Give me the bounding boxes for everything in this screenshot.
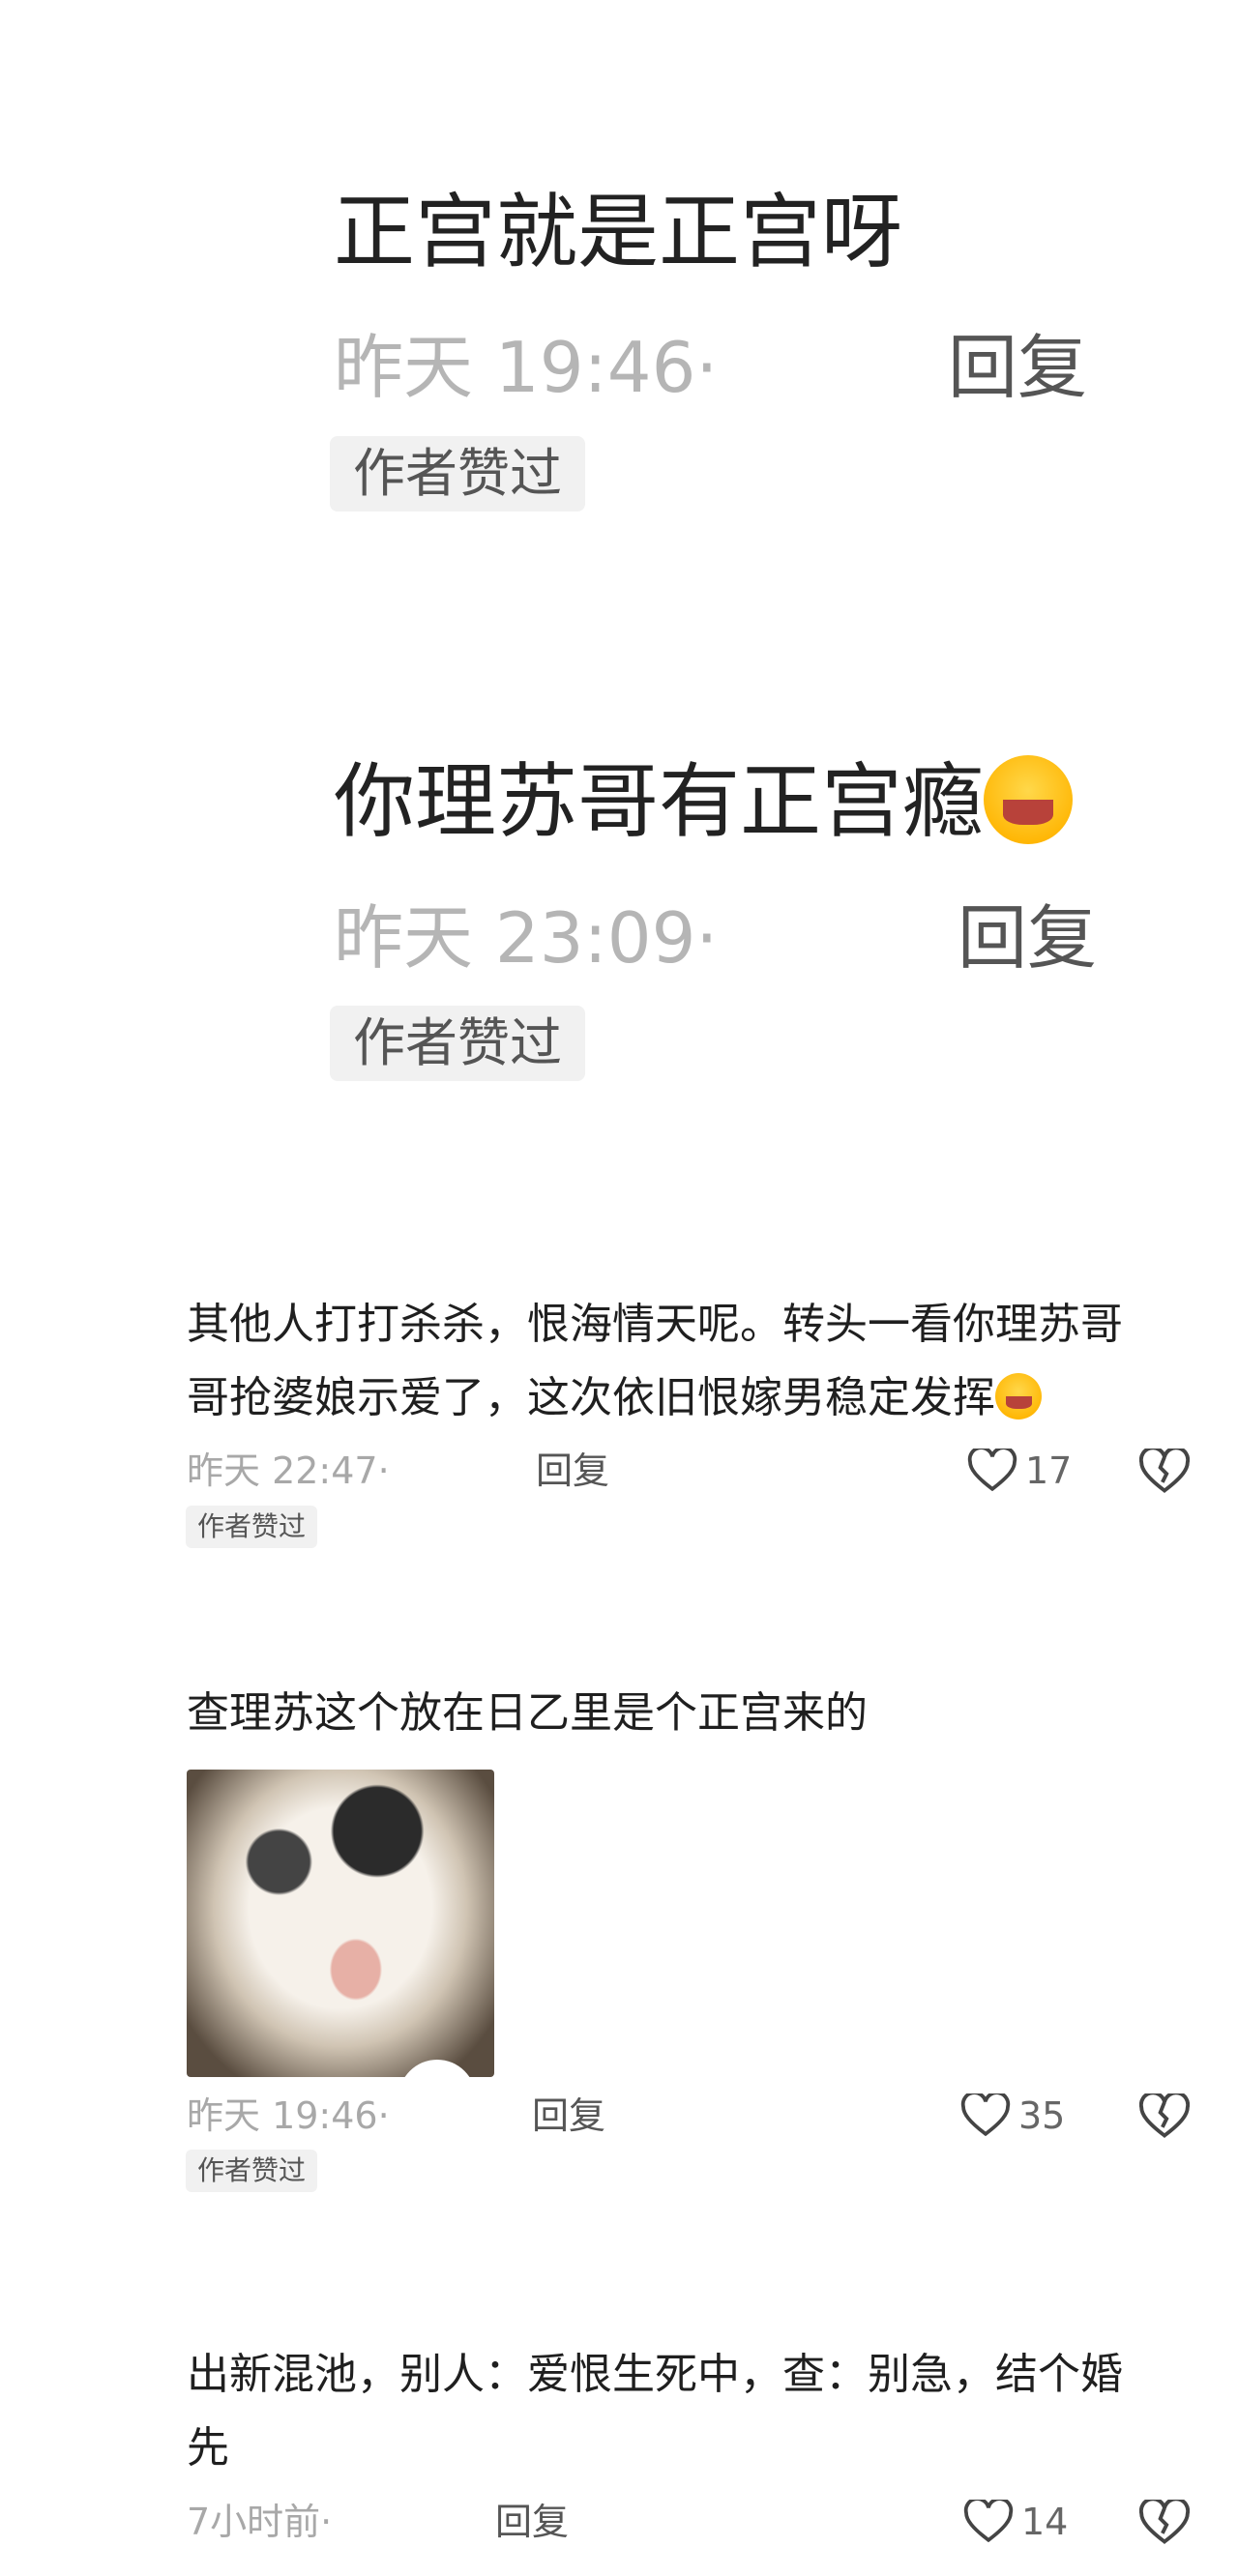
heart-icon <box>967 1449 1017 1492</box>
comment-text-line: 出新混池，别人：爱恨生死中，查：别急，结个婚 <box>187 2350 1123 2399</box>
comment-text-line2: 哥抢婆娘示爱了，这次依旧恨嫁男稳定发挥 <box>187 1373 995 1422</box>
comment-text: 出新混池，别人：爱恨生死中，查：别急，结个婚 先 <box>187 2338 1212 2485</box>
like-count: 14 <box>1021 2501 1069 2543</box>
reply-button[interactable]: 回复 <box>948 329 1087 406</box>
like-count: 35 <box>1018 2094 1066 2137</box>
comment-text: 查理苏这个放在日乙里是个正宫来的 <box>187 1688 868 1738</box>
reply-button[interactable]: 回复 <box>958 899 1097 977</box>
reply-button[interactable]: 回复 <box>495 2500 569 2544</box>
author-liked-badge: 作者赞过 <box>186 2150 318 2192</box>
author-liked-badge: 作者赞过 <box>330 436 585 512</box>
comment-image-dog-photo[interactable] <box>187 1770 494 2077</box>
comment-text-line: 其他人打打杀杀，恨海情天呢。转头一看你理苏哥 <box>187 1300 1123 1349</box>
dislike-broken-heart-icon[interactable] <box>1139 2093 1190 2140</box>
laughing-crying-emoji-icon <box>984 754 1074 845</box>
author-liked-badge: 作者赞过 <box>330 1006 585 1081</box>
comment-time: 昨天 19:46· <box>334 327 719 408</box>
hugging-emoji-icon <box>995 1372 1043 1420</box>
comment-text: 正宫就是正宫呀 <box>334 185 903 279</box>
comment-text-row: 你理苏哥有正宫瘾 <box>334 753 1074 850</box>
reply-button[interactable]: 回复 <box>536 1449 609 1493</box>
dislike-broken-heart-icon[interactable] <box>1139 1449 1190 1495</box>
comment-time: 昨天 23:09· <box>334 897 719 979</box>
comment-text: 你理苏哥有正宫瘾 <box>334 754 985 849</box>
heart-icon <box>963 2500 1014 2543</box>
comment-time: 昨天 22:47· <box>187 1449 390 1492</box>
comment-text-line: 先 <box>187 2423 229 2473</box>
author-liked-badge: 作者赞过 <box>186 1506 318 1548</box>
comment-text: 其他人打打杀杀，恨海情天呢。转头一看你理苏哥 哥抢婆娘示爱了，这次依旧恨嫁男稳定… <box>187 1288 1212 1435</box>
reply-button[interactable]: 回复 <box>532 2093 605 2138</box>
dislike-broken-heart-icon[interactable] <box>1139 2500 1190 2546</box>
like-button[interactable]: 17 <box>967 1449 1072 1493</box>
comment-time: 7小时前· <box>187 2501 333 2543</box>
heart-icon <box>960 2093 1011 2137</box>
like-button[interactable]: 14 <box>963 2500 1068 2544</box>
like-count: 17 <box>1025 1449 1073 1492</box>
comment-time: 昨天 19:46· <box>187 2094 390 2137</box>
like-button[interactable]: 35 <box>960 2093 1065 2138</box>
comment-text-line: 哥抢婆娘示爱了，这次依旧恨嫁男稳定发挥 <box>187 1361 1212 1435</box>
